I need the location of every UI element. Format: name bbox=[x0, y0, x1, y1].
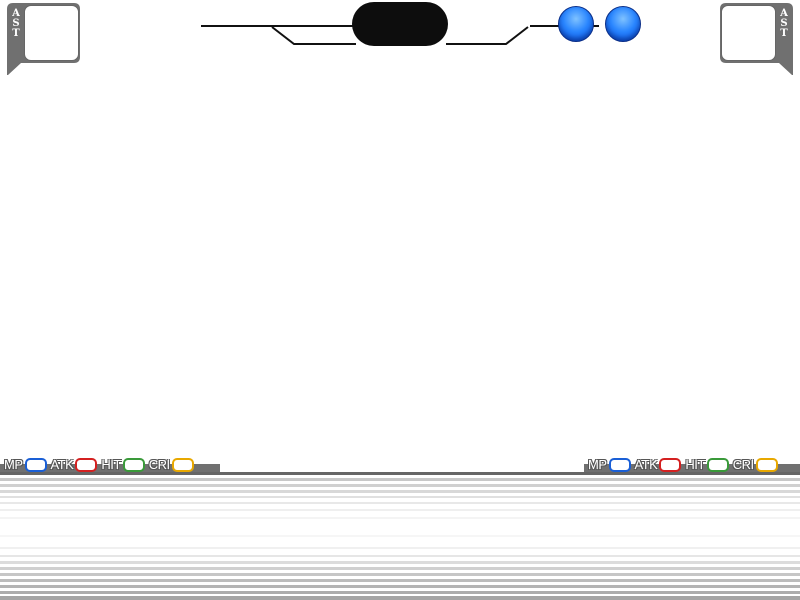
stat-gem-mp bbox=[608, 457, 631, 472]
stat-gem-atk bbox=[659, 457, 682, 472]
stat-label-hit: HIT bbox=[685, 457, 705, 472]
stat-gem-atk bbox=[75, 457, 98, 472]
stat-label-atk: ATK bbox=[50, 457, 74, 472]
stat-label-cri: CRI bbox=[732, 457, 754, 472]
assist-label-left: A S T bbox=[9, 9, 23, 39]
stat-label-mp: MP bbox=[588, 457, 607, 472]
stat-gem-mp bbox=[24, 457, 47, 472]
round-counter bbox=[200, 0, 641, 50]
round-counter-frame bbox=[201, 2, 599, 46]
stat-label-atk: ATK bbox=[634, 457, 658, 472]
stage-floor bbox=[0, 475, 800, 600]
assist-panel-right: A S T bbox=[720, 3, 793, 75]
stat-label-hit: HIT bbox=[101, 457, 121, 472]
assist-letter: T bbox=[780, 28, 788, 39]
stat-label-mp: MP bbox=[4, 457, 23, 472]
assist-slot-right[interactable] bbox=[721, 5, 776, 61]
stat-gem-hit bbox=[706, 457, 729, 472]
stat-gem-cri bbox=[171, 457, 194, 472]
stat-gem-cri bbox=[755, 457, 778, 472]
stat-bar-left: MP ATK HIT CRI bbox=[0, 456, 220, 473]
stat-gem-hit bbox=[122, 457, 145, 472]
stat-bar-right: MP ATK HIT CRI bbox=[584, 456, 800, 473]
assist-label-right: A S T bbox=[777, 9, 791, 39]
round-orb-icon bbox=[605, 6, 641, 42]
assist-letter: T bbox=[12, 28, 20, 39]
assist-slot-left[interactable] bbox=[24, 5, 79, 61]
assist-panel-left: A S T bbox=[7, 3, 80, 75]
stat-label-cri: CRI bbox=[148, 457, 170, 472]
round-orb-icon bbox=[558, 6, 594, 42]
